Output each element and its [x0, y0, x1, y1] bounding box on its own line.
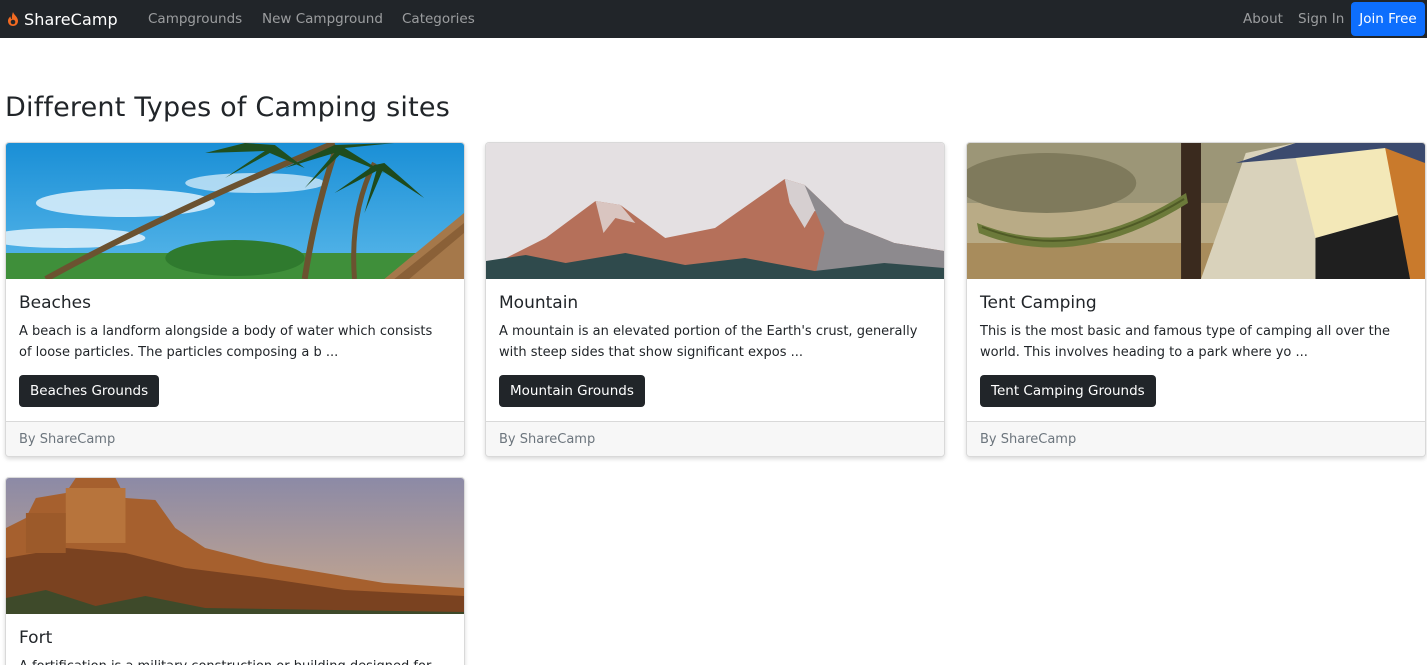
category-card-tent-camping: Tent Camping This is the most basic and … — [966, 142, 1426, 457]
tent-hammock-image — [967, 143, 1425, 279]
beaches-grounds-button[interactable]: Beaches Grounds — [19, 375, 160, 407]
category-card-beaches: Beaches A beach is a landform alongside … — [5, 142, 465, 457]
nav-link-new-campground[interactable]: New Campground — [262, 0, 383, 38]
card-footer: By ShareCamp — [967, 421, 1425, 456]
category-card-fort: Fort A fortification is a military const… — [5, 477, 465, 665]
brand-name: ShareCamp — [24, 9, 118, 29]
brand-link[interactable]: ShareCamp — [5, 0, 118, 38]
card-footer: By ShareCamp — [486, 421, 944, 456]
beach-palm-trees-image — [6, 143, 464, 279]
card-description: A mountain is an elevated portion of the… — [499, 324, 918, 360]
page-title: Different Types of Camping sites — [5, 92, 450, 123]
card-description: This is the most basic and famous type o… — [980, 324, 1390, 360]
card-title: Tent Camping — [980, 293, 1097, 313]
card-title: Beaches — [19, 293, 91, 313]
nav-link-about[interactable]: About — [1243, 0, 1283, 38]
card-description: A fortification is a military constructi… — [19, 656, 444, 665]
join-free-button[interactable]: Join Free — [1351, 2, 1425, 36]
tent-camping-grounds-button[interactable]: Tent Camping Grounds — [980, 375, 1156, 407]
nav-link-campgrounds[interactable]: Campgrounds — [148, 0, 242, 38]
fort-image — [6, 478, 464, 614]
mountain-grounds-button[interactable]: Mountain Grounds — [499, 375, 645, 407]
flame-icon — [5, 11, 21, 27]
nav-link-categories[interactable]: Categories — [402, 0, 475, 38]
mountain-peaks-image — [486, 143, 944, 279]
category-card-mountain: Mountain A mountain is an elevated porti… — [485, 142, 945, 457]
nav-link-sign-in[interactable]: Sign In — [1298, 0, 1344, 38]
card-title: Mountain — [499, 293, 579, 313]
card-title: Fort — [19, 628, 53, 648]
card-footer: By ShareCamp — [6, 421, 464, 456]
card-description: A beach is a landform alongside a body o… — [19, 324, 433, 360]
navbar: ShareCamp Campgrounds New Campground Cat… — [0, 0, 1427, 38]
